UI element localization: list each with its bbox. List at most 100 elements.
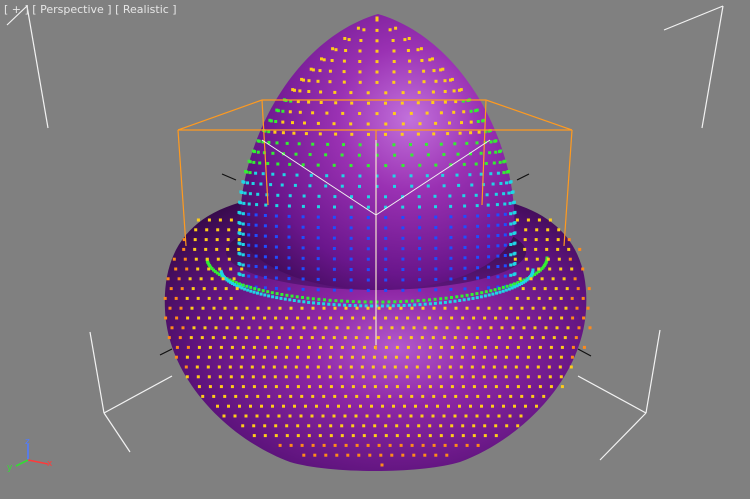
vertex-point [295, 295, 299, 299]
vertex-point [497, 287, 501, 291]
vertex-point [247, 202, 251, 206]
vertex-point [256, 394, 260, 398]
vertex-point [201, 306, 205, 310]
vertex-point [401, 278, 405, 282]
vertex-point [401, 122, 405, 126]
vertex-point [384, 101, 387, 105]
vertex-point [496, 234, 500, 237]
vertex-point [541, 336, 545, 340]
scene-canvas[interactable] [0, 0, 750, 499]
vertex-point [366, 257, 370, 261]
vertex-point [461, 424, 465, 428]
vertex-point [354, 414, 358, 418]
vertex-point [241, 316, 245, 320]
vertex-point [318, 132, 322, 136]
vertex-point [256, 306, 260, 310]
vertex-point [476, 255, 480, 259]
vertex-point [398, 336, 402, 340]
vertex-point [241, 424, 245, 428]
vertex-point [313, 326, 317, 330]
vertex-point [341, 174, 345, 178]
vertex-point [241, 385, 245, 389]
vertex-point [301, 236, 305, 239]
vertex-point [324, 326, 328, 330]
vertex-point [384, 122, 388, 126]
vertex-point [552, 336, 556, 340]
vertex-point [194, 257, 198, 261]
vertex-point [498, 394, 502, 398]
vertex-point [302, 326, 306, 330]
vertex-point [502, 192, 506, 196]
vertex-point [476, 276, 480, 280]
vertex-point [311, 142, 315, 146]
vertex-point [256, 291, 259, 295]
vertex-point [342, 143, 345, 147]
vertex-point [349, 122, 353, 126]
vertex-point [405, 355, 409, 359]
vertex-point [463, 256, 467, 260]
vertex-point [465, 306, 469, 310]
vertex-point [275, 296, 279, 300]
vertex-point [470, 365, 474, 369]
vertex-point [505, 424, 509, 428]
vertex-point [334, 132, 338, 136]
vertex-point [287, 214, 291, 218]
vertex-point [241, 283, 245, 287]
vertex-point [525, 365, 529, 369]
vertex-point [207, 296, 211, 300]
vertex-point [307, 90, 311, 93]
vertex-point [182, 247, 186, 251]
vertex-point [257, 139, 261, 143]
vertex-point [432, 443, 436, 447]
vertex-point [351, 345, 355, 349]
vertex-point [295, 355, 299, 359]
vertex-point [477, 130, 481, 134]
vertex-point [287, 277, 291, 281]
vertex-point [392, 143, 396, 147]
vertex-point [564, 306, 568, 310]
vertex-point [246, 288, 250, 292]
vertex-point [251, 355, 255, 359]
vertex-point [350, 375, 354, 379]
vertex-point [428, 424, 432, 428]
viewport-shading-menu[interactable]: [ Realistic ] [115, 3, 177, 16]
vertex-point [332, 226, 336, 230]
vertex-point [241, 232, 245, 236]
vertex-point [475, 204, 479, 208]
vertex-point [357, 153, 361, 157]
vertex-point [505, 181, 508, 185]
vertex-point [520, 306, 524, 310]
vertex-point [254, 213, 258, 217]
vertex-point [276, 162, 280, 166]
vertex-point [527, 345, 531, 349]
viewport-view-menu[interactable]: [ Perspective ] [32, 3, 111, 16]
vertex-point [307, 300, 311, 304]
vertex-point [431, 336, 435, 340]
vertex-point [384, 257, 388, 261]
viewport-menu-button[interactable]: [ + ] [4, 3, 29, 16]
vertex-point [301, 277, 305, 281]
vertex-point [244, 336, 248, 340]
vertex-point [278, 394, 282, 398]
vertex-point [487, 234, 491, 238]
vertex-point [301, 267, 305, 271]
vertex-point [508, 414, 512, 418]
vertex-point [422, 69, 426, 73]
vertex-point [188, 277, 192, 281]
vertex-point [540, 277, 544, 281]
vertex-point [349, 226, 353, 230]
vertex-point [498, 160, 502, 164]
perspective-viewport[interactable]: [ + ] [ Perspective ] [ Realistic ] z x … [0, 0, 750, 499]
vertex-point [450, 345, 454, 349]
vertex-point [461, 385, 465, 389]
vertex-point [287, 246, 291, 249]
vertex-point [419, 47, 423, 51]
vertex-point [247, 223, 251, 227]
vertex-point [293, 183, 297, 187]
vertex-point [491, 404, 494, 408]
vertex-point [503, 202, 507, 206]
vertex-point [425, 174, 429, 178]
vertex-point [387, 414, 391, 418]
vertex-point [487, 275, 491, 279]
vertex-point [483, 385, 487, 389]
